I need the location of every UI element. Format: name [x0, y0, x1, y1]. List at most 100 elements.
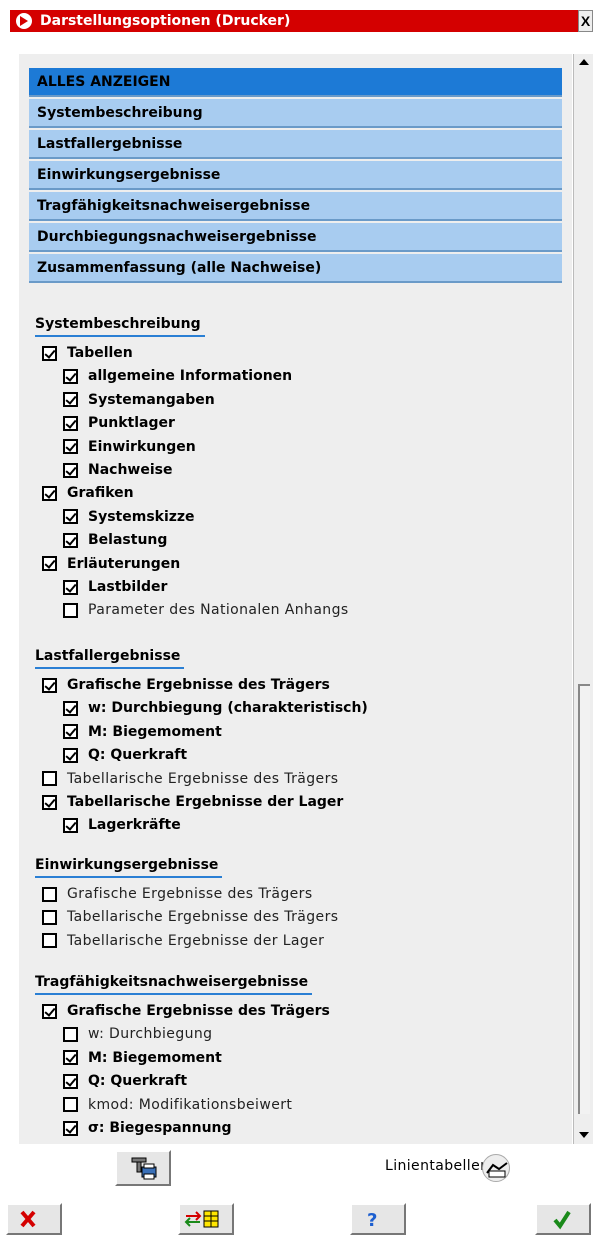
checkbox[interactable] [63, 747, 78, 763]
category-lastfallergebnisse[interactable]: Lastfallergebnisse [29, 130, 562, 159]
option-systemangaben[interactable]: Systemangaben [63, 389, 215, 411]
option-label: Grafiken [67, 485, 134, 502]
checkbox[interactable] [63, 1073, 78, 1089]
scroll-up-button[interactable] [575, 54, 593, 72]
title-bar-strip: Darstellungsoptionen (Drucker) [10, 10, 578, 32]
option-label: Tabellarische Ergebnisse des Trägers [67, 909, 339, 926]
help-icon: ? [367, 1210, 377, 1231]
option-label: Grafische Ergebnisse des Trägers [67, 1003, 330, 1019]
checkbox[interactable] [42, 345, 57, 361]
checkbox[interactable] [42, 909, 57, 925]
option-label: σ: Biegespannung [88, 1120, 232, 1136]
checkbox[interactable] [63, 532, 78, 548]
close-button[interactable]: X [578, 10, 593, 32]
checkbox[interactable] [63, 579, 78, 595]
option-belastung[interactable]: Belastung [63, 529, 167, 551]
option-label: Systemangaben [88, 391, 215, 408]
option-label: Einwirkungen [88, 438, 196, 455]
option-label: Parameter des Nationalen Anhangs [88, 602, 349, 619]
option-w-durchbiegung-charakteristisch[interactable]: w: Durchbiegung (charakteristisch) [63, 697, 368, 719]
ok-button[interactable] [535, 1203, 591, 1235]
line-tables-button[interactable] [482, 1154, 510, 1182]
checkbox[interactable] [63, 392, 78, 408]
option-erla-uterungen[interactable]: Erläuterungen [42, 553, 180, 575]
category-zusammenfassung-alle-nachweise[interactable]: Zusammenfassung (alle Nachweise) [29, 254, 562, 283]
checkbox[interactable] [42, 794, 57, 810]
checkbox[interactable] [63, 724, 78, 740]
option-lastbilder[interactable]: Lastbilder [63, 576, 167, 598]
checkbox[interactable] [63, 1050, 78, 1066]
checkbox[interactable] [63, 509, 78, 525]
checkbox[interactable] [63, 1097, 78, 1113]
checkbox[interactable] [63, 1026, 78, 1042]
option-punktlager[interactable]: Punktlager [63, 412, 175, 434]
category-durchbiegungsnachweisergebnisse[interactable]: Durchbiegungsnachweisergebnisse [29, 223, 562, 252]
line-tables-icon [486, 1162, 508, 1178]
option-label: Tabellarische Ergebnisse der Lager [67, 794, 344, 810]
cancel-icon [20, 1210, 36, 1228]
option-tabellen[interactable]: Tabellen [42, 342, 133, 364]
option-label: Erläuterungen [67, 555, 181, 572]
option-allgemeine-informationen[interactable]: allgemeine Informationen [63, 365, 292, 387]
scroll-down-button[interactable] [575, 1126, 593, 1144]
option-label: Tabellarische Ergebnisse des Trägers [67, 770, 339, 787]
checkbox[interactable] [42, 771, 57, 787]
checkbox[interactable] [63, 1120, 78, 1136]
checkbox[interactable] [63, 439, 78, 455]
checkbox[interactable] [63, 700, 78, 716]
checkbox[interactable] [42, 556, 57, 572]
option-grafiken[interactable]: Grafiken [42, 482, 134, 504]
checkbox[interactable] [42, 886, 57, 902]
option-w-durchbiegung[interactable]: w: Durchbiegung [63, 1023, 212, 1045]
scroll-thumb[interactable] [578, 684, 590, 1114]
vertical-scrollbar[interactable] [573, 54, 593, 1144]
section-title-lastfallergebnisse: Lastfallergebnisse [35, 648, 185, 669]
option-parameter-des-nationalen-anhangs[interactable]: Parameter des Nationalen Anhangs [63, 599, 349, 621]
option-einwirkungen[interactable]: Einwirkungen [63, 436, 196, 458]
option-label: Punktlager [88, 415, 175, 432]
checkbox[interactable] [42, 677, 57, 693]
linientabellen-label: Linientabellen [385, 1158, 490, 1174]
ok-icon [553, 1210, 571, 1230]
option-tabellarische-ergebnisse-der-lager[interactable]: Tabellarische Ergebnisse der Lager [42, 930, 324, 952]
checkbox[interactable] [63, 602, 78, 618]
swap-table-button[interactable] [178, 1203, 234, 1235]
print-settings-icon [131, 1157, 157, 1180]
option-systemskizze[interactable]: Systemskizze [63, 506, 195, 528]
print-settings-button[interactable] [115, 1150, 171, 1186]
checkbox[interactable] [63, 817, 78, 833]
option-q-querkraft[interactable]: Q: Querkraft [63, 744, 187, 766]
category-systembeschreibung[interactable]: Systembeschreibung [29, 99, 562, 128]
checkbox[interactable] [63, 368, 78, 384]
checkbox[interactable] [63, 415, 78, 431]
option-label: Q: Querkraft [88, 1073, 188, 1090]
option-kmod-modifikationsbeiwert[interactable]: kmod: Modifikationsbeiwert [63, 1094, 292, 1116]
option-grafische-ergebnisse-des-tra-gers[interactable]: Grafische Ergebnisse des Trägers [42, 883, 313, 905]
cancel-button[interactable] [6, 1203, 62, 1235]
option-grafische-ergebnisse-des-tra-gers[interactable]: Grafische Ergebnisse des Trägers [42, 1000, 330, 1022]
option-q-querkraft[interactable]: Q: Querkraft [63, 1070, 187, 1092]
option-m-biegemoment[interactable]: M: Biegemoment [63, 721, 222, 743]
option-label: Systemskizze [88, 508, 195, 525]
swap-table-icon [184, 1210, 219, 1228]
category-tragfa-higkeitsnachweisergebnisse[interactable]: Tragfähigkeitsnachweisergebnisse [29, 192, 562, 221]
section-title-systembeschreibung: Systembeschreibung [35, 316, 205, 337]
help-button[interactable]: ? [350, 1203, 406, 1235]
option-label: w: Durchbiegung [88, 1026, 213, 1043]
category-alles-anzeigen[interactable]: ALLES ANZEIGEN [29, 68, 562, 97]
option-tabellarische-ergebnisse-des-tra-gers[interactable]: Tabellarische Ergebnisse des Trägers [42, 768, 338, 790]
option-biegespannung[interactable]: σ: Biegespannung [63, 1117, 232, 1139]
option-label: w: Durchbiegung (charakteristisch) [88, 700, 368, 717]
category-einwirkungsergebnisse[interactable]: Einwirkungsergebnisse [29, 161, 562, 190]
option-tabellarische-ergebnisse-der-lager[interactable]: Tabellarische Ergebnisse der Lager [42, 791, 343, 813]
checkbox[interactable] [42, 1003, 57, 1019]
option-lagerkra-fte[interactable]: Lagerkräfte [63, 814, 181, 836]
checkbox[interactable] [42, 485, 57, 501]
option-m-biegemoment[interactable]: M: Biegemoment [63, 1047, 222, 1069]
checkbox[interactable] [42, 933, 57, 949]
option-grafische-ergebnisse-des-tra-gers[interactable]: Grafische Ergebnisse des Trägers [42, 674, 330, 696]
checkbox[interactable] [63, 462, 78, 478]
option-tabellarische-ergebnisse-des-tra-gers[interactable]: Tabellarische Ergebnisse des Trägers [42, 906, 338, 928]
option-nachweise[interactable]: Nachweise [63, 459, 173, 481]
option-label: Grafische Ergebnisse des Trägers [67, 886, 313, 902]
